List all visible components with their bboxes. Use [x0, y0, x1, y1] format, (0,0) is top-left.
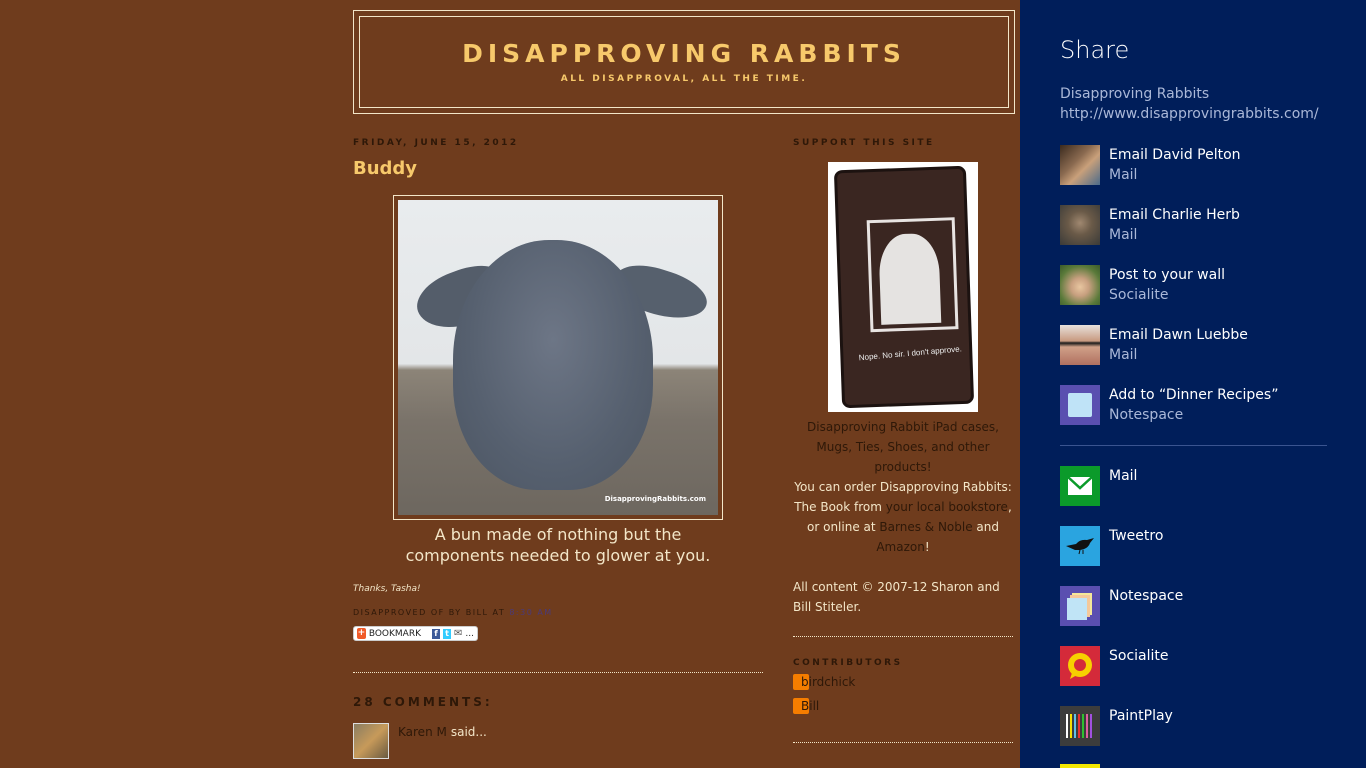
- share-app-tweetro[interactable]: Tweetro: [1060, 526, 1330, 586]
- blog-sidebar: SUPPORT THIS SITE Nope. No sir. I don't …: [793, 138, 1013, 743]
- share-title: Share: [1060, 36, 1130, 64]
- contributors-title: CONTRIBUTORS: [793, 658, 903, 668]
- shared-page-title: Disapproving Rabbits: [1060, 86, 1210, 102]
- divider: [793, 742, 1013, 743]
- main-column: FRIDAY, JUNE 15, 2012 Buddy Disapproving…: [353, 138, 763, 759]
- app-tile-partial-icon[interactable]: [1060, 764, 1100, 768]
- divider: [793, 636, 1013, 637]
- blog-description: ALL DISAPPROVAL, ALL THE TIME.: [560, 74, 808, 84]
- socialite-icon: [1060, 646, 1100, 686]
- contributor-bill[interactable]: Bill: [793, 696, 1013, 716]
- post-caption: A bun made of nothing but the components…: [405, 525, 711, 565]
- post-time-link[interactable]: 8:30 AM: [509, 608, 552, 617]
- support-title: SUPPORT THIS SITE: [793, 138, 935, 148]
- post-image-frame: DisapprovingRabbits.com: [393, 195, 723, 520]
- email-icon[interactable]: ✉: [454, 628, 462, 639]
- avatar-charlie-herb-icon: [1060, 205, 1100, 245]
- paintplay-icon: [1060, 706, 1100, 746]
- blog-page: DISAPPROVING RABBITS ALL DISAPPROVAL, AL…: [0, 0, 1020, 768]
- shared-page-url: http://www.disapprovingrabbits.com/: [1060, 106, 1319, 122]
- plus-icon: +: [357, 628, 366, 639]
- share-recent-dawn-luebbe[interactable]: Email Dawn Luebbe Mail: [1060, 325, 1330, 385]
- facebook-icon[interactable]: f: [431, 628, 440, 639]
- avatar-david-pelton-icon: [1060, 145, 1100, 185]
- contributor-birdchick[interactable]: birdchick: [793, 672, 1013, 692]
- twitter-icon[interactable]: t: [443, 628, 452, 639]
- comment-author-link[interactable]: Karen M: [398, 725, 447, 739]
- post-date: FRIDAY, JUNE 15, 2012: [353, 138, 519, 148]
- comment-item: Karen M said...: [353, 723, 763, 759]
- tweetro-bird-icon: [1060, 526, 1100, 566]
- photo-credit: DisapprovingRabbits.com: [604, 495, 706, 503]
- share-charm-pane: Share Disapproving Rabbits http://www.di…: [1020, 0, 1366, 768]
- rabbit-photo[interactable]: DisapprovingRabbits.com: [398, 200, 718, 515]
- amazon-link[interactable]: Amazon: [876, 540, 925, 554]
- mail-icon: [1060, 466, 1100, 506]
- post-thanks: Thanks, Tasha!: [353, 584, 421, 594]
- share-app-mail[interactable]: Mail: [1060, 466, 1330, 526]
- post-title[interactable]: Buddy: [353, 158, 763, 179]
- notespace-icon: [1060, 586, 1100, 626]
- notespace-note-icon: [1060, 385, 1100, 425]
- share-recent-post-to-wall[interactable]: Post to your wall Socialite: [1060, 265, 1330, 325]
- divider: [353, 672, 763, 673]
- commenter-avatar[interactable]: [353, 723, 389, 759]
- rabbit-silhouette-icon: [878, 232, 942, 325]
- share-recent-dinner-recipes[interactable]: Add to “Dinner Recipes” Notespace: [1060, 385, 1330, 445]
- blog-title[interactable]: DISAPPROVING RABBITS: [360, 39, 1008, 68]
- avatar-user-icon: [1060, 265, 1100, 305]
- bookmark-button[interactable]: + BOOKMARK f t ✉ ...: [353, 626, 478, 641]
- comments-header: 28 COMMENTS:: [353, 695, 493, 709]
- ipad-case-ad[interactable]: Nope. No sir. I don't approve.: [828, 162, 978, 412]
- share-app-notespace[interactable]: Notespace: [1060, 586, 1330, 646]
- bookstore-link[interactable]: your local bookstore: [886, 500, 1008, 514]
- blog-header: DISAPPROVING RABBITS ALL DISAPPROVAL, AL…: [353, 10, 1015, 114]
- share-separator: [1060, 445, 1327, 446]
- support-text: Disapproving Rabbit iPad cases, Mugs, Ti…: [793, 417, 1013, 557]
- post-footer: DISAPPROVED OF BY BILL AT 8:30 AM: [353, 608, 553, 617]
- share-targets: Email David Pelton Mail Email Charlie He…: [1060, 145, 1330, 766]
- share-recent-david-pelton[interactable]: Email David Pelton Mail: [1060, 145, 1330, 205]
- share-app-paintplay[interactable]: PaintPlay: [1060, 706, 1330, 766]
- avatar-dawn-luebbe-icon: [1060, 325, 1100, 365]
- share-recent-charlie-herb[interactable]: Email Charlie Herb Mail: [1060, 205, 1330, 265]
- copyright: All content © 2007-12 Sharon and Bill St…: [793, 580, 1000, 614]
- products-link[interactable]: Disapproving Rabbit iPad cases, Mugs, Ti…: [793, 417, 1013, 477]
- barnes-noble-link[interactable]: Barnes & Noble: [879, 520, 972, 534]
- share-app-socialite[interactable]: Socialite: [1060, 646, 1330, 706]
